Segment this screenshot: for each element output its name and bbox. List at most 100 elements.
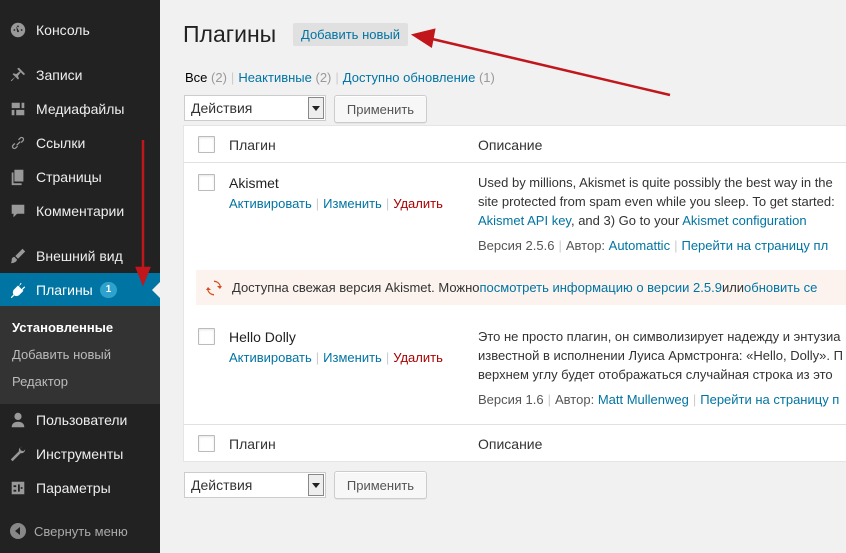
select-all-checkbox[interactable]	[198, 136, 215, 153]
chevron-down-icon	[308, 474, 324, 496]
author-link[interactable]: Matt Mullenweg	[598, 392, 689, 407]
plugin-icon	[9, 281, 27, 299]
comment-icon	[9, 202, 27, 220]
column-description-header: Описание	[478, 137, 543, 153]
delete-link[interactable]: Удалить	[393, 196, 443, 211]
description-line: известной в исполнении Луиса Армстронга:…	[478, 348, 843, 363]
plugin-description: Это не просто плагин, он символизирует н…	[478, 327, 846, 384]
sidebar-item-settings[interactable]: Параметры	[0, 471, 160, 505]
pages-icon	[9, 168, 27, 186]
collapse-arrow-icon	[10, 523, 26, 539]
select-all-checkbox[interactable]	[198, 435, 215, 452]
plugin-meta: Версия 2.5.6 | Автор: Automattic | Перейти н…	[478, 238, 829, 253]
activate-link[interactable]: Активировать	[229, 196, 312, 211]
dashboard-icon	[9, 21, 27, 39]
bulk-actions-select-bottom[interactable]: Действия	[184, 472, 326, 498]
column-plugin-footer[interactable]: Плагин	[229, 436, 276, 452]
table-header: Плагин Описание	[184, 126, 846, 163]
plugin-version: Версия 2.5.6	[478, 238, 555, 253]
sidebar-item-label: Медиафайлы	[36, 101, 125, 117]
description-text: , and 3) Go to your	[570, 213, 683, 228]
update-notice-or: или	[721, 280, 745, 295]
sidebar-item-pages[interactable]: Страницы	[0, 160, 160, 194]
add-new-plugin-button[interactable]: Добавить новый	[293, 23, 408, 46]
submenu-installed[interactable]: Установленные	[12, 320, 113, 335]
sidebar-item-label: Параметры	[36, 480, 111, 496]
activate-link[interactable]: Активировать	[229, 350, 312, 365]
config-link[interactable]: Akismet configuration	[682, 213, 806, 228]
brush-icon	[9, 247, 27, 265]
arrow-to-add-new	[410, 28, 671, 97]
author-label: Автор:	[555, 392, 595, 407]
sidebar-item-users[interactable]: Пользователи	[0, 403, 160, 437]
description-line: Это не просто плагин, он символизирует н…	[478, 329, 841, 344]
plugin-version: Версия 1.6	[478, 392, 544, 407]
wrench-icon	[9, 445, 27, 463]
user-icon	[9, 411, 27, 429]
column-description-footer: Описание	[478, 436, 543, 452]
select-value: Действия	[191, 100, 253, 116]
plugin-meta: Версия 1.6 | Автор: Matt Mullenweg | Перейти…	[478, 392, 840, 407]
sidebar-item-dashboard[interactable]: Консоль	[0, 13, 160, 47]
description-line: верхнем углу будет отображаться случайна…	[478, 367, 833, 382]
apply-button-top[interactable]: Применить	[334, 95, 427, 123]
filter-all[interactable]: Все	[185, 70, 207, 85]
plugin-checkbox[interactable]	[198, 328, 215, 345]
admin-sidebar: Консоль Записи Медиафайлы Ссылки Страниц…	[0, 0, 160, 553]
filter-all-count: (2)	[211, 70, 227, 85]
plugin-checkbox[interactable]	[198, 174, 215, 191]
plugins-submenu: Установленные Добавить новый Редактор	[0, 306, 160, 404]
edit-link[interactable]: Изменить	[323, 196, 382, 211]
plugin-description: Used by millions, Akismet is quite possi…	[478, 173, 846, 230]
sidebar-item-label: Комментарии	[36, 203, 125, 219]
row-actions: Активировать | Изменить | Удалить	[229, 196, 443, 211]
chevron-down-icon	[308, 97, 324, 119]
sidebar-item-label: Страницы	[36, 169, 102, 185]
sidebar-item-tools[interactable]: Инструменты	[0, 437, 160, 471]
link-icon	[9, 134, 27, 152]
submenu-editor[interactable]: Редактор	[12, 374, 68, 389]
sidebar-item-label: Консоль	[36, 22, 90, 38]
sidebar-item-links[interactable]: Ссылки	[0, 126, 160, 160]
submenu-add-new[interactable]: Добавить новый	[12, 347, 111, 362]
api-key-link[interactable]: Akismet API key	[478, 213, 571, 228]
sidebar-item-label: Внешний вид	[36, 248, 123, 264]
plugin-name: Akismet	[229, 175, 279, 191]
collapse-menu-button[interactable]: Свернуть меню	[10, 523, 128, 539]
description-line: Used by millions, Akismet is quite possi…	[478, 175, 833, 190]
select-value: Действия	[191, 477, 253, 493]
bulk-actions-select-top[interactable]: Действия	[184, 95, 326, 121]
active-indicator	[152, 282, 160, 298]
update-notice: Доступна свежая версия Akismet. Можно по…	[196, 270, 846, 305]
plugin-site-link[interactable]: Перейти на страницу пл	[681, 238, 828, 253]
update-now-link[interactable]: обновить се	[744, 280, 817, 295]
media-icon	[9, 100, 27, 118]
sidebar-item-posts[interactable]: Записи	[0, 58, 160, 92]
filter-inactive-count: (2)	[315, 70, 332, 85]
sidebar-item-media[interactable]: Медиафайлы	[0, 92, 160, 126]
delete-link[interactable]: Удалить	[393, 350, 443, 365]
sidebar-item-comments[interactable]: Комментарии	[0, 194, 160, 228]
author-link[interactable]: Automattic	[609, 238, 670, 253]
description-line: site protected from spam even while you …	[478, 194, 835, 209]
filter-updates[interactable]: Доступно обновление	[343, 70, 476, 85]
column-plugin-header[interactable]: Плагин	[229, 137, 276, 153]
sidebar-item-appearance[interactable]: Внешний вид	[0, 239, 160, 273]
sidebar-item-label: Пользователи	[36, 412, 128, 428]
filter-inactive[interactable]: Неактивные	[238, 70, 312, 85]
settings-icon	[9, 479, 27, 497]
edit-link[interactable]: Изменить	[323, 350, 382, 365]
pin-icon	[9, 66, 27, 84]
sidebar-item-label: Записи	[36, 67, 83, 83]
view-version-details-link[interactable]: посмотреть информацию о версии 2.5.9	[480, 280, 722, 295]
filter-updates-count: (1)	[478, 70, 495, 85]
table-footer: Плагин Описание	[184, 424, 846, 461]
sidebar-item-plugins[interactable]: Плагины 1	[0, 273, 160, 307]
update-count-badge: 1	[99, 282, 118, 298]
sidebar-item-label: Инструменты	[36, 446, 124, 462]
row-actions: Активировать | Изменить | Удалить	[229, 350, 443, 365]
apply-button-bottom[interactable]: Применить	[334, 471, 427, 499]
sidebar-item-label: Плагины	[36, 282, 93, 298]
plugin-filters: Все (2) | Неактивные (2) | Доступно обновлен…	[185, 70, 495, 85]
plugin-site-link[interactable]: Перейти на страницу п	[700, 392, 839, 407]
